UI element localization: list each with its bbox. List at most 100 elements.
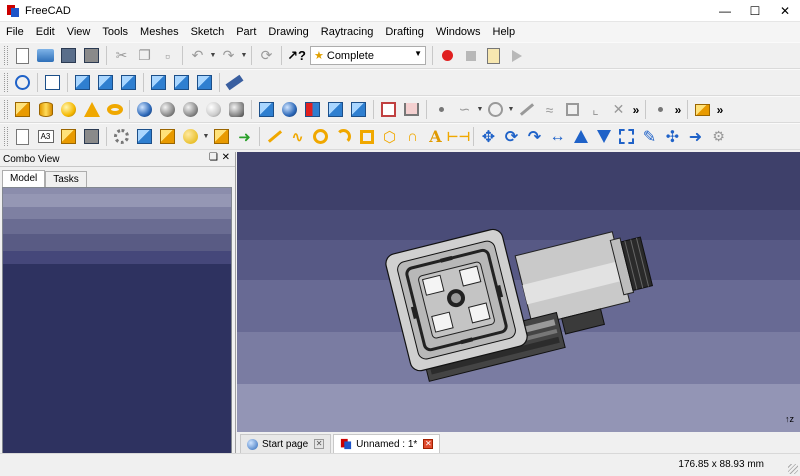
macro-run-button[interactable] <box>505 44 528 67</box>
close-tab-icon[interactable]: ✕ <box>314 439 325 449</box>
undock-icon[interactable]: ❏ <box>209 152 218 163</box>
common-button[interactable] <box>202 98 225 121</box>
raytracing-povray-button[interactable] <box>110 125 133 148</box>
toolbar-grip[interactable] <box>4 46 8 65</box>
draft-upgrade-button[interactable] <box>569 125 592 148</box>
redo-button[interactable]: ↷ <box>217 44 240 67</box>
view-top-button[interactable] <box>94 71 117 94</box>
drawing-new-page-button[interactable] <box>11 125 34 148</box>
menu-view[interactable]: View <box>61 22 97 42</box>
print-button[interactable] <box>80 44 103 67</box>
raytracing-view-button[interactable] <box>210 125 233 148</box>
draft-offset-button[interactable]: ↷ <box>523 125 546 148</box>
toolbar-grip[interactable] <box>4 73 8 92</box>
view-bottom-button[interactable] <box>170 71 193 94</box>
draft-wire-button[interactable]: ∿ <box>286 125 309 148</box>
undo-dropdown[interactable]: ▼ <box>209 44 217 67</box>
minimize-button[interactable]: — <box>710 0 740 22</box>
raytracing-export-button[interactable] <box>133 125 156 148</box>
cut-button[interactable]: ✂ <box>110 44 133 67</box>
menu-windows[interactable]: Windows <box>430 22 487 42</box>
view-right-button[interactable] <box>117 71 140 94</box>
macro-edit-button[interactable] <box>482 44 505 67</box>
drawing-insert-view-button[interactable] <box>57 125 80 148</box>
close-panel-icon[interactable]: ✕ <box>222 152 230 163</box>
menu-part[interactable]: Part <box>230 22 262 42</box>
toolbar-overflow-button-3[interactable]: » <box>714 103 726 117</box>
menu-drafting[interactable]: Drafting <box>379 22 430 42</box>
draft-bspline-button[interactable]: ∩ <box>401 125 424 148</box>
drawing-a3-button[interactable]: A3 <box>34 125 57 148</box>
fuse-button[interactable] <box>179 98 202 121</box>
macro-stop-button[interactable] <box>459 44 482 67</box>
constraint-point-button[interactable] <box>649 98 672 121</box>
draft-downgrade-button[interactable] <box>592 125 615 148</box>
draft-circle-button[interactable] <box>309 125 332 148</box>
revolve-button[interactable] <box>278 98 301 121</box>
draft-text-button[interactable]: A <box>424 125 447 148</box>
copy-button[interactable]: ❐ <box>133 44 156 67</box>
new-document-button[interactable] <box>11 44 34 67</box>
raytracing-render-button[interactable] <box>179 125 202 148</box>
draft-wire-to-bspline-button[interactable]: ✣ <box>661 125 684 148</box>
save-button[interactable] <box>57 44 80 67</box>
extrude-button[interactable] <box>255 98 278 121</box>
menu-help[interactable]: Help <box>487 22 522 42</box>
undo-button[interactable]: ↶ <box>186 44 209 67</box>
boolean-button[interactable] <box>133 98 156 121</box>
part-box-button[interactable] <box>11 98 34 121</box>
polyline-dropdown[interactable]: ▼ <box>476 98 484 121</box>
sketch-fillet-button[interactable]: ⌞ <box>584 98 607 121</box>
menu-sketch[interactable]: Sketch <box>185 22 231 42</box>
render-dropdown[interactable]: ▼ <box>202 125 210 148</box>
part-cone-button[interactable] <box>80 98 103 121</box>
sketch-circle-button[interactable] <box>484 98 507 121</box>
new-sketch-button[interactable] <box>377 98 400 121</box>
paste-button[interactable]: ▫ <box>156 44 179 67</box>
model-tree[interactable] <box>2 187 232 454</box>
tab-start-page[interactable]: Start page ✕ <box>240 434 332 453</box>
draft-rectangle-button[interactable] <box>355 125 378 148</box>
tab-unnamed[interactable]: Unnamed : 1* ✕ <box>333 434 441 453</box>
view-rear-button[interactable] <box>147 71 170 94</box>
draft-edit-button[interactable]: ✎ <box>638 125 661 148</box>
view-left-button[interactable] <box>193 71 216 94</box>
draft-shape2dview-button[interactable]: ⚙ <box>707 125 730 148</box>
part-cylinder-button[interactable] <box>34 98 57 121</box>
tab-tasks[interactable]: Tasks <box>45 171 87 188</box>
sketch-polygon-button[interactable]: ≈ <box>538 98 561 121</box>
drawing-export-button[interactable] <box>80 125 103 148</box>
sketch-trim-button[interactable]: ✕ <box>607 98 630 121</box>
toolbar-grip[interactable] <box>4 100 8 119</box>
section-button[interactable] <box>225 98 248 121</box>
mirror-button[interactable] <box>301 98 324 121</box>
circle-dropdown[interactable]: ▼ <box>507 98 515 121</box>
sketch-rectangle-button[interactable] <box>561 98 584 121</box>
toolbar-grip[interactable] <box>4 127 8 146</box>
close-active-tab-icon[interactable]: ✕ <box>423 439 434 449</box>
draft-trimex-button[interactable]: ↔ <box>546 125 569 148</box>
view-front-button[interactable] <box>71 71 94 94</box>
tab-model[interactable]: Model <box>2 170 46 188</box>
fit-all-button[interactable] <box>11 71 34 94</box>
menu-file[interactable]: File <box>0 22 30 42</box>
redo-dropdown[interactable]: ▼ <box>240 44 248 67</box>
maximize-button[interactable]: ☐ <box>740 0 770 22</box>
draft-polygon-button[interactable]: ⬡ <box>378 125 401 148</box>
draft-line-button[interactable] <box>263 125 286 148</box>
draft-scale-button[interactable] <box>615 125 638 148</box>
chamfer-button[interactable] <box>347 98 370 121</box>
draft-arc-button[interactable] <box>332 125 355 148</box>
cut-shape-button[interactable] <box>156 98 179 121</box>
view-axonometric-button[interactable] <box>41 71 64 94</box>
open-button[interactable] <box>34 44 57 67</box>
workbench-selector[interactable]: ★ Complete ▼ <box>310 46 426 65</box>
draft-move-button[interactable]: ✥ <box>477 125 500 148</box>
toolbar-overflow-button-2[interactable]: » <box>672 103 684 117</box>
connector-model[interactable] <box>237 152 800 432</box>
sketch-line-button[interactable] <box>515 98 538 121</box>
close-button[interactable]: ✕ <box>770 0 800 22</box>
draft-layer-button[interactable] <box>691 98 714 121</box>
resize-grip-icon[interactable] <box>788 464 798 474</box>
refresh-button[interactable]: ⟳ <box>255 44 278 67</box>
